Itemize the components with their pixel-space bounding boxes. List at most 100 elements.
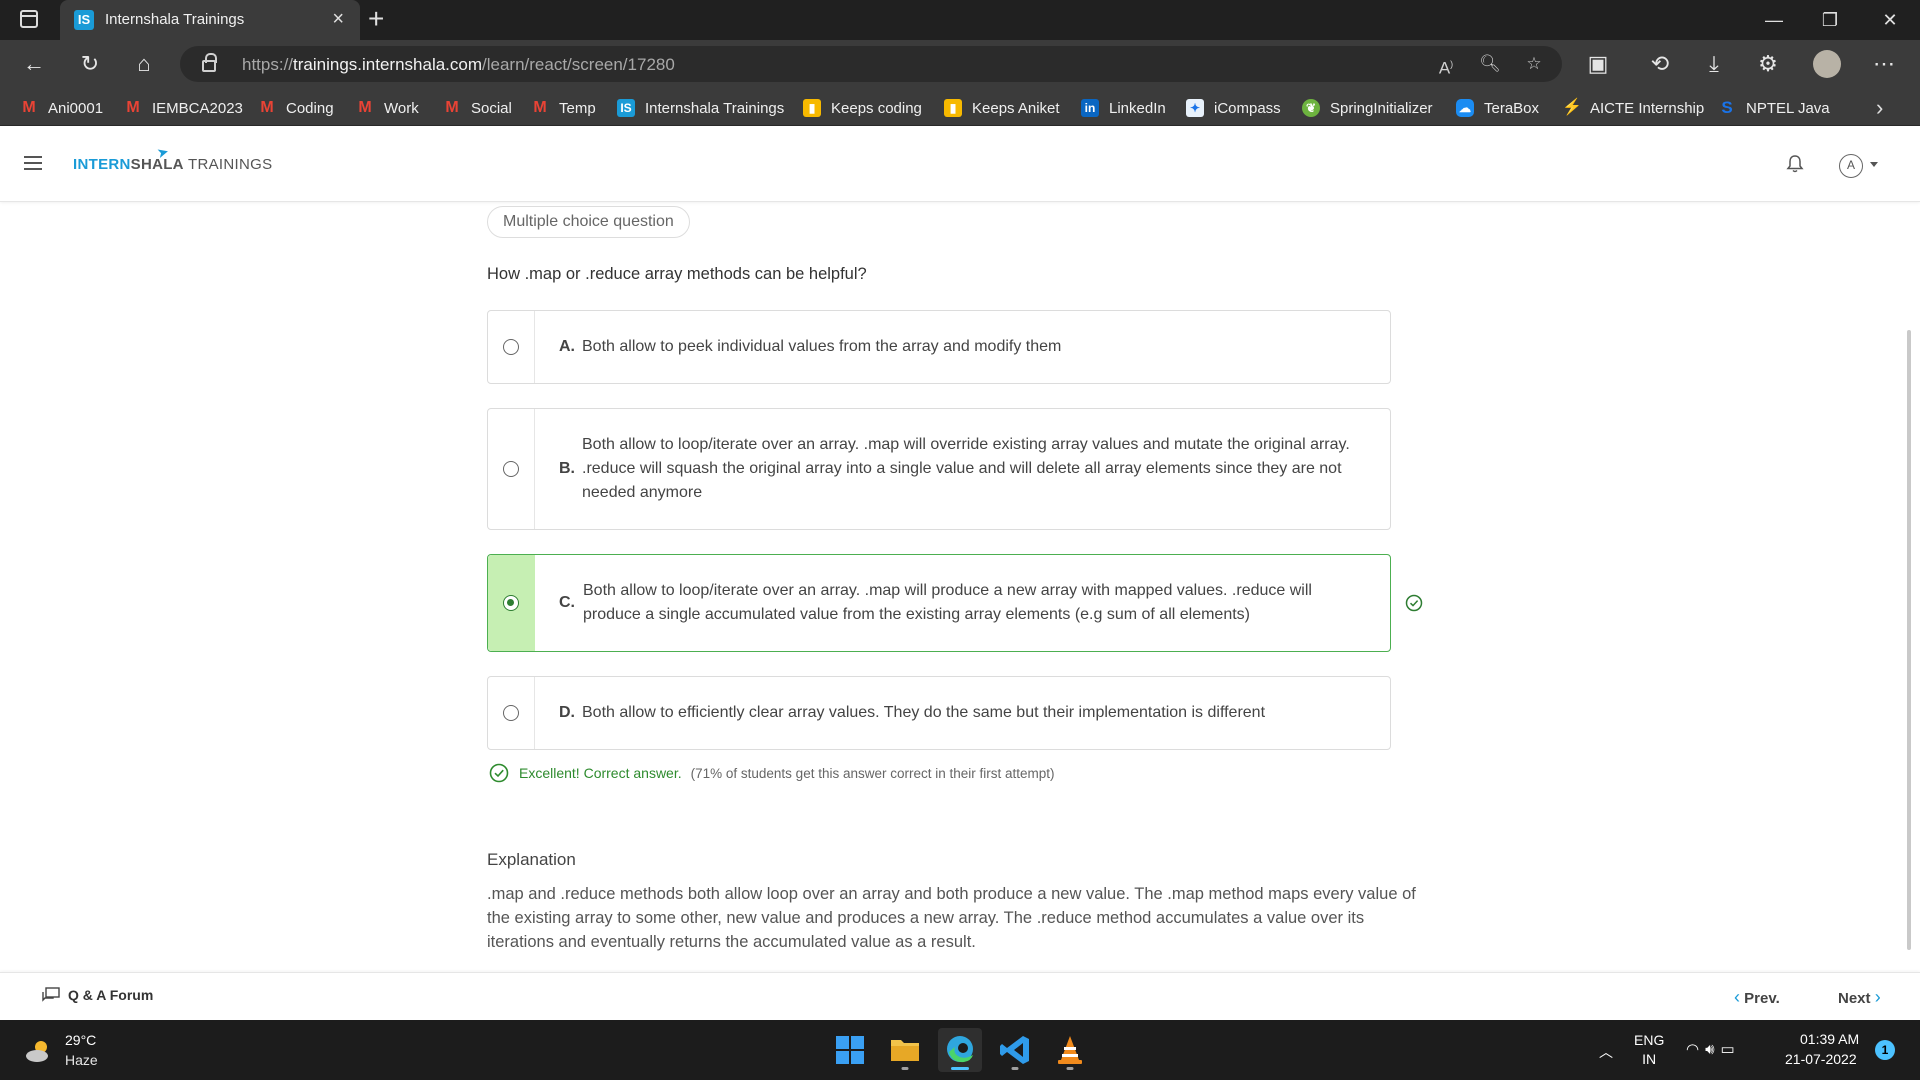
internshala-icon: IS (617, 99, 635, 117)
restore-icon[interactable]: ❐ (1802, 0, 1858, 40)
profile-avatar[interactable] (1813, 50, 1841, 78)
weather-temperature[interactable]: 29°C (65, 1032, 96, 1048)
bookmark-item[interactable]: M Social (443, 97, 512, 119)
radio-button[interactable] (503, 705, 519, 721)
radio-button[interactable] (503, 461, 519, 477)
show-hidden-icons-caret[interactable]: ︿ (1599, 1042, 1613, 1062)
taskbar-vlc[interactable] (1048, 1028, 1092, 1072)
more-menu-icon[interactable]: ⋯ (1868, 48, 1900, 80)
notification-bell-icon[interactable] (1786, 154, 1804, 174)
question-text: How .map or .reduce array methods can be… (487, 265, 867, 283)
browser-tab-bar: IS Internshala Trainings × + — ❐ ✕ (0, 0, 1920, 40)
refresh-icon[interactable]: ↻ (74, 48, 106, 80)
bookmark-item[interactable]: ⚡ AICTE Internship (1562, 97, 1704, 119)
success-check-icon (489, 763, 509, 783)
radio-button[interactable] (503, 339, 519, 355)
add-favorite-icon[interactable]: ☆ (1518, 48, 1550, 80)
terabox-icon: ☁ (1456, 99, 1474, 117)
option-d[interactable]: D. Both allow to efficiently clear array… (487, 676, 1391, 750)
explanation-text: .map and .reduce methods both allow loop… (487, 885, 1416, 951)
clock-date[interactable]: 21-07-2022 (1785, 1051, 1857, 1067)
bookmark-item[interactable]: M Temp (531, 97, 595, 119)
back-icon[interactable]: ← (18, 48, 50, 80)
notification-badge[interactable]: 1 (1875, 1040, 1895, 1060)
new-tab-button[interactable]: + (368, 4, 384, 34)
gmail-icon: M (533, 99, 547, 116)
taskbar-file-explorer[interactable] (883, 1028, 927, 1072)
bookmark-item[interactable]: M Work (356, 97, 418, 119)
running-indicator (1011, 1067, 1019, 1070)
address-bar: ← ↻ ⌂ https://trainings.internshala.com/… (0, 40, 1920, 88)
bookmark-item[interactable]: M IEMBCA2023 (124, 97, 243, 119)
forum-label: Q & A Forum (68, 987, 154, 1003)
prev-button[interactable]: ‹ Prev. (1734, 987, 1780, 1008)
language-indicator[interactable]: ENG IN (1634, 1031, 1664, 1069)
correct-check-icon (1405, 594, 1423, 612)
taskbar-vscode[interactable] (993, 1028, 1037, 1072)
bookmark-item[interactable]: S NPTEL Java (1718, 97, 1829, 119)
minimize-icon[interactable]: — (1746, 0, 1802, 40)
browser-tab[interactable]: IS Internshala Trainings × (60, 0, 360, 40)
url-field[interactable]: https://trainings.internshala.com/learn/… (180, 46, 1562, 82)
system-tray[interactable]: ◠🔊︎▭ (1686, 1040, 1741, 1058)
bookmark-item[interactable]: ❦ SpringInitializer (1302, 97, 1433, 119)
close-tab-icon[interactable]: × (332, 8, 344, 30)
window-close-icon[interactable]: ✕ (1862, 0, 1918, 40)
url-text[interactable]: https://trainings.internshala.com/learn/… (242, 55, 675, 75)
page-scrollbar[interactable] (1907, 330, 1911, 950)
radio-column (488, 409, 535, 529)
bookmarks-bar: M Ani0001 M IEMBCA2023 M Coding M Work M Soci… (0, 88, 1920, 126)
home-icon[interactable]: ⌂ (128, 48, 160, 80)
taskbar-edge[interactable] (938, 1028, 982, 1072)
weather-haze-icon[interactable] (24, 1038, 54, 1064)
lesson-footer: Q & A Forum ‹ Prev. Next › (0, 972, 1920, 1020)
zoom-icon[interactable]: 🔍︎ (1474, 48, 1506, 80)
tab-actions-icon[interactable] (20, 10, 38, 28)
google-keep-icon: ▮ (803, 99, 821, 117)
chevron-down-icon[interactable] (1870, 162, 1878, 167)
option-text: Both allow to peek individual values fro… (582, 338, 1062, 355)
google-keep-icon: ▮ (944, 99, 962, 117)
bookmark-item[interactable]: ▮ Keeps Aniket (944, 97, 1060, 119)
bookmarks-overflow-icon[interactable]: › (1876, 95, 1883, 121)
downloads-icon[interactable]: ⤓ (1698, 48, 1730, 80)
hamburger-menu-icon[interactable] (24, 156, 42, 170)
wifi-icon[interactable]: ◠ (1686, 1041, 1705, 1058)
bookmark-item[interactable]: in LinkedIn (1081, 97, 1166, 119)
option-a[interactable]: A. Both allow to peek individual values … (487, 310, 1391, 384)
internshala-favicon-icon: IS (74, 10, 94, 30)
next-button[interactable]: Next › (1838, 987, 1881, 1008)
feedback-statistic: (71% of students get this answer correct… (690, 765, 1055, 781)
qa-forum-link[interactable]: Q & A Forum (42, 987, 153, 1003)
bookmark-item[interactable]: M Ani0001 (20, 97, 103, 119)
start-button[interactable] (828, 1028, 872, 1072)
spring-icon: ❦ (1302, 99, 1320, 117)
option-b[interactable]: B. Both allow to loop/iterate over an ar… (487, 408, 1391, 530)
battery-icon[interactable]: ▭ (1721, 1041, 1741, 1058)
clock-time[interactable]: 01:39 AM (1800, 1031, 1859, 1047)
weather-condition[interactable]: Haze (65, 1052, 98, 1068)
icompass-icon: ✦ (1186, 99, 1204, 117)
windows-taskbar: 29°C Haze ︿ ENG IN ◠🔊︎▭ 01:39 AM 21-07-2… (0, 1020, 1920, 1080)
bookmark-item[interactable]: ▮ Keeps coding (803, 97, 922, 119)
lock-icon[interactable] (202, 53, 217, 72)
bookmark-item[interactable]: ☁ TeraBox (1456, 97, 1539, 119)
history-icon[interactable]: ⟲ (1644, 48, 1676, 80)
internshala-logo[interactable]: INTERNSHALA TRAININGS (73, 156, 272, 173)
volume-icon[interactable]: 🔊︎ (1705, 1041, 1720, 1058)
edge-browser-icon (947, 1036, 973, 1063)
option-letter: C. (559, 594, 575, 611)
bookmark-item[interactable]: M Coding (258, 97, 333, 119)
extensions-icon[interactable]: ⚙ (1752, 48, 1784, 80)
bookmark-item[interactable]: IS Internshala Trainings (617, 97, 784, 119)
radio-button-selected[interactable] (503, 595, 519, 611)
option-c[interactable]: C. Both allow to loop/iterate over an ar… (487, 554, 1391, 652)
account-avatar[interactable]: A (1839, 154, 1863, 178)
feedback-message: Excellent! Correct answer. (519, 765, 682, 781)
linkedin-icon: in (1081, 99, 1099, 117)
radio-column (488, 555, 535, 651)
read-aloud-icon[interactable]: A) (1430, 48, 1462, 80)
split-screen-icon[interactable]: ▣ (1582, 48, 1614, 80)
vscode-icon (1000, 1036, 1029, 1064)
bookmark-item[interactable]: ✦ iCompass (1186, 97, 1281, 119)
